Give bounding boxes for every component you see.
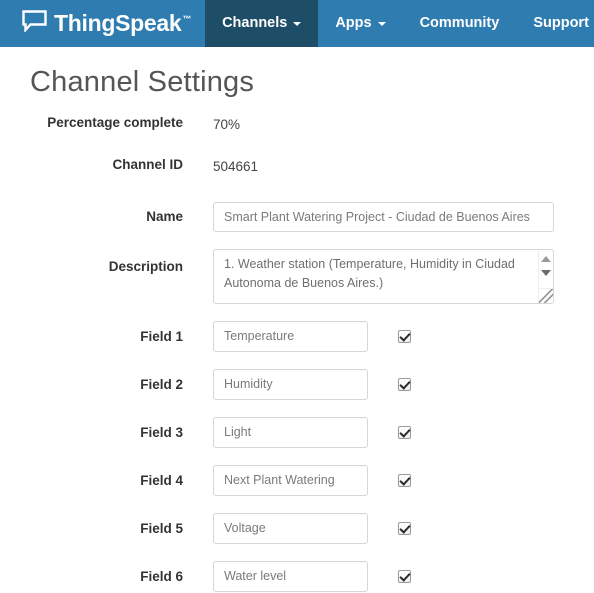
row-name: Name Smart Plant Watering Project - Ciud… — [0, 201, 594, 232]
name-input[interactable]: Smart Plant Watering Project - Ciudad de… — [213, 201, 554, 232]
field-3-control-wrap: Light — [183, 416, 594, 448]
nav-item-apps-label: Apps — [335, 15, 372, 32]
field-2-input[interactable]: Humidity — [213, 368, 368, 400]
nav-item-channels-label: Channels — [222, 15, 288, 32]
field-6-label: Field 6 — [140, 568, 183, 584]
field-5-checkbox[interactable] — [398, 521, 411, 535]
row-description: Description 1. Weather station (Temperat… — [0, 248, 594, 304]
description-textarea-wrap: 1. Weather station (Temperature, Humidit… — [183, 248, 594, 304]
nav-item-community-label: Community — [419, 15, 500, 32]
description-textarea[interactable]: 1. Weather station (Temperature, Humidit… — [213, 248, 554, 304]
field-2-control-wrap: Humidity — [183, 368, 594, 400]
row-field-6: Field 6 Water level — [0, 560, 594, 592]
field-5-label: Field 5 — [140, 520, 183, 536]
channel-id-label: Channel ID — [112, 156, 183, 172]
name-input-wrap: Smart Plant Watering Project - Ciudad de… — [183, 201, 594, 232]
field-1-control-wrap: Temperature — [183, 320, 594, 352]
field-4-control-wrap: Next Plant Watering — [183, 464, 594, 496]
field-5-input[interactable]: Voltage — [213, 512, 368, 544]
row-channel-id: Channel ID 504661 — [0, 156, 594, 176]
field-2-label: Field 2 — [140, 376, 183, 392]
description-textarea-value: 1. Weather station (Temperature, Humidit… — [224, 256, 518, 290]
channel-settings-form: Percentage complete 70% Channel ID 50466… — [0, 114, 594, 592]
top-navbar: ThingSpeak™ Channels Apps Community Supp… — [0, 0, 594, 47]
brand-name: ThingSpeak™ — [54, 12, 191, 35]
channel-id-value-wrap: 504661 — [183, 158, 594, 176]
page-content: Channel Settings Percentage complete 70%… — [0, 65, 594, 592]
nav-item-apps[interactable]: Apps — [318, 0, 402, 47]
field-3-input[interactable]: Light — [213, 416, 368, 448]
scroll-down-icon[interactable] — [541, 269, 551, 276]
percentage-complete-label: Percentage complete — [47, 114, 183, 130]
field-6-checkbox[interactable] — [398, 569, 411, 583]
field-4-line: Next Plant Watering — [213, 464, 594, 496]
row-field-1: Field 1 Temperature — [0, 320, 594, 352]
row-field-5: Field 5 Voltage — [0, 512, 594, 544]
row-field-4: Field 4 Next Plant Watering — [0, 464, 594, 496]
row-field-3: Field 3 Light — [0, 416, 594, 448]
scroll-up-icon[interactable] — [541, 255, 551, 262]
chevron-down-icon — [293, 21, 302, 26]
nav-item-channels[interactable]: Channels — [205, 0, 319, 47]
field-6-line: Water level — [213, 560, 594, 592]
chevron-down-icon — [377, 21, 386, 26]
field-1-input[interactable]: Temperature — [213, 320, 368, 352]
channel-id-value: 504661 — [213, 158, 259, 174]
field-3-checkbox[interactable] — [398, 425, 411, 439]
field-1-line: Temperature — [213, 320, 594, 352]
field-1-label: Field 1 — [140, 328, 183, 344]
thingspeak-logo[interactable]: ThingSpeak™ — [0, 0, 205, 47]
field-2-checkbox[interactable] — [398, 377, 411, 391]
percentage-complete-value-wrap: 70% — [183, 116, 594, 134]
field-4-checkbox[interactable] — [398, 473, 411, 487]
field-1-checkbox[interactable] — [398, 329, 411, 343]
page-title: Channel Settings — [30, 66, 255, 98]
field-2-line: Humidity — [213, 368, 594, 400]
field-4-label: Field 4 — [140, 472, 183, 488]
percentage-complete-value: 70% — [213, 116, 241, 132]
row-field-2: Field 2 Humidity — [0, 368, 594, 400]
brand-name-text: ThingSpeak — [54, 10, 182, 36]
trademark-symbol: ™ — [182, 14, 192, 25]
field-5-line: Voltage — [213, 512, 594, 544]
name-label: Name — [146, 208, 183, 224]
field-5-control-wrap: Voltage — [183, 512, 594, 544]
description-label: Description — [108, 258, 183, 274]
field-3-label: Field 3 — [140, 424, 183, 440]
speech-bubble-icon — [22, 10, 47, 37]
nav-items: Channels Apps Community Support — [205, 0, 594, 47]
field-6-input[interactable]: Water level — [213, 560, 368, 592]
row-percentage-complete: Percentage complete 70% — [0, 114, 594, 134]
field-3-line: Light — [213, 416, 594, 448]
nav-item-community[interactable]: Community — [403, 0, 517, 47]
resize-handle-icon[interactable] — [538, 287, 553, 303]
field-4-input[interactable]: Next Plant Watering — [213, 464, 368, 496]
field-6-control-wrap: Water level — [183, 560, 594, 592]
nav-item-support[interactable]: Support — [516, 0, 594, 47]
nav-item-support-label: Support — [533, 15, 589, 32]
